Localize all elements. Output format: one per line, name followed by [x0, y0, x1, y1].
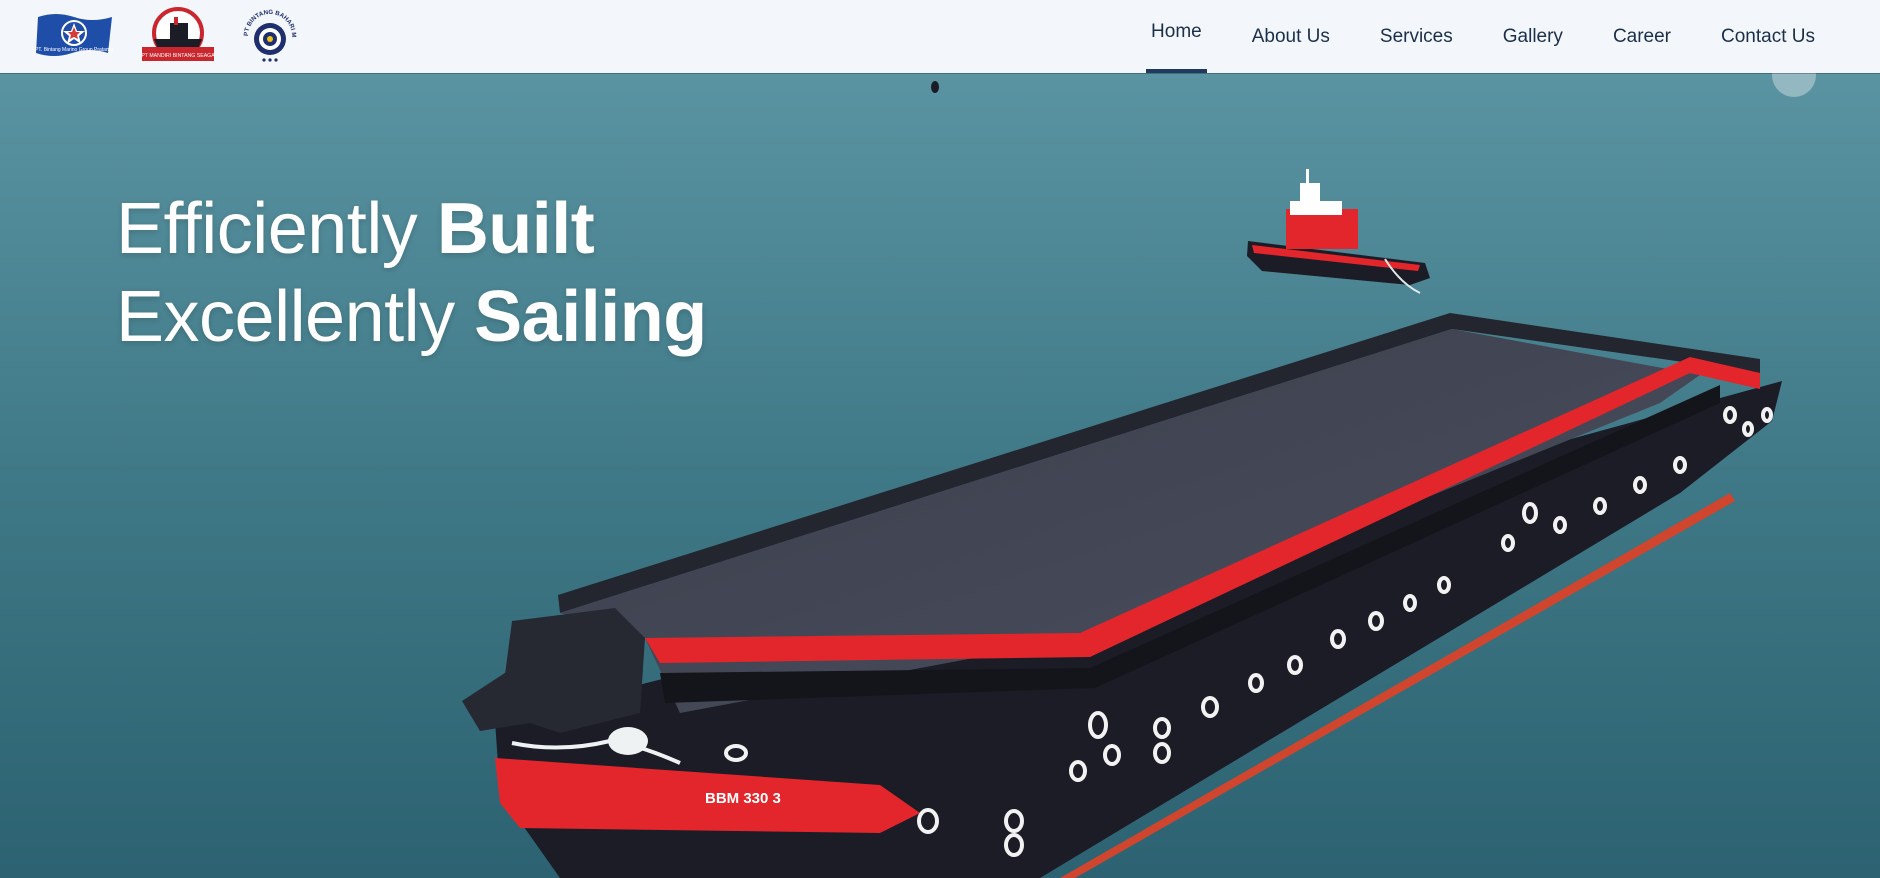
mandiri-logo[interactable]: PT MANDIRI BINTANG SEAGA	[140, 7, 216, 63]
flag-logo-caption: PT. Bintang Marino Group Pratama	[35, 47, 113, 53]
nav-gallery[interactable]: Gallery	[1478, 0, 1588, 73]
flag-logo[interactable]: PT. Bintang Marino Group Pratama	[34, 11, 116, 59]
barge-hull-label: BBM 330 3	[705, 790, 781, 807]
hero-line-2: Excellently Sailing	[116, 273, 707, 361]
site-header: PT. Bintang Marino Group Pratama PT MAND…	[0, 0, 1880, 73]
logo-group: PT. Bintang Marino Group Pratama PT MAND…	[34, 6, 300, 64]
hero-line2-bold: Sailing	[474, 277, 707, 357]
hero-line1-light: Efficiently	[116, 189, 437, 269]
nav-about-us[interactable]: About Us	[1227, 0, 1355, 73]
nav-career[interactable]: Career	[1588, 0, 1696, 73]
nav-contact-us[interactable]: Contact Us	[1696, 0, 1840, 73]
hero-line1-bold: Built	[436, 189, 595, 269]
hero-headline: Efficiently Built Excellently Sailing	[116, 185, 707, 361]
main-nav: Home About Us Services Gallery Career Co…	[1126, 0, 1840, 73]
hero-banner: BBM 330 3 Efficiently Built Excellently …	[0, 73, 1880, 878]
mandiri-logo-caption: PT MANDIRI BINTANG SEAGA	[141, 53, 215, 59]
nav-services[interactable]: Services	[1355, 0, 1478, 73]
hero-line-1: Efficiently Built	[116, 185, 707, 273]
buoy	[931, 81, 939, 93]
bahari-logo[interactable]: PT BINTANG BAHARI MARITIM	[240, 6, 300, 64]
nav-home[interactable]: Home	[1126, 0, 1227, 73]
hero-line2-light: Excellently	[116, 277, 475, 357]
